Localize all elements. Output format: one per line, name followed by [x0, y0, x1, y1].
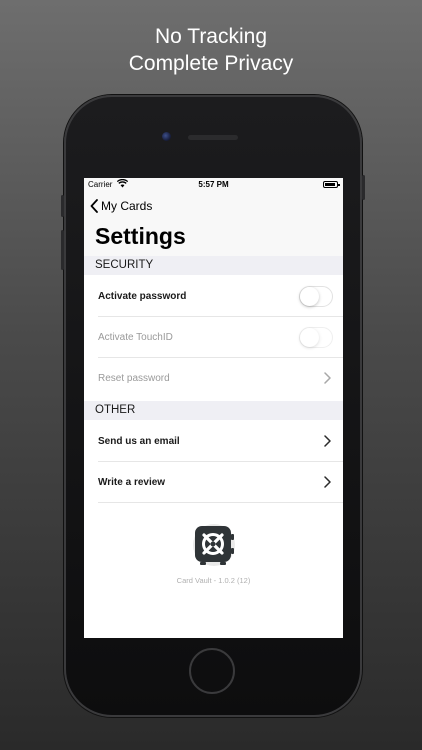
row-label: Activate password: [98, 291, 187, 302]
row-label: Send us an email: [98, 436, 180, 447]
app-version: Card Vault - 1.0.2 (12): [176, 576, 251, 585]
row-label: Reset password: [98, 373, 170, 384]
front-camera: [162, 132, 171, 141]
password-toggle[interactable]: [299, 286, 333, 307]
chevron-right-icon: [324, 476, 331, 488]
row-label: Activate TouchID: [98, 332, 173, 343]
toggle-knob: [300, 328, 319, 347]
home-button[interactable]: [189, 648, 235, 694]
battery-icon: [323, 181, 340, 188]
back-button[interactable]: My Cards: [90, 198, 152, 214]
app-screen: Carrier 5:57 PM My Cards Settings SECURI…: [84, 178, 343, 638]
status-bar: Carrier 5:57 PM: [84, 178, 343, 192]
navigation-bar: My Cards Settings: [84, 192, 343, 256]
side-button-right: [362, 175, 365, 200]
chevron-right-icon: [324, 372, 331, 384]
toggle-knob: [300, 287, 319, 306]
page-title: Settings: [95, 223, 186, 249]
row-activate-touchid[interactable]: Activate TouchID: [84, 317, 343, 358]
chevron-left-icon: [90, 199, 98, 213]
section-header-other: OTHER: [84, 401, 343, 420]
chevron-right-icon: [324, 435, 331, 447]
row-reset-password[interactable]: Reset password: [84, 358, 343, 399]
row-send-email[interactable]: Send us an email: [84, 421, 343, 462]
row-write-review[interactable]: Write a review: [84, 462, 343, 503]
promo-headline-2: Complete Privacy: [128, 52, 294, 75]
vault-logo-icon: [192, 523, 236, 567]
touchid-toggle[interactable]: [299, 327, 333, 348]
promo-headline-1: No Tracking: [154, 25, 268, 48]
row-label: Write a review: [98, 477, 166, 488]
side-button-left-2: [61, 230, 64, 270]
row-activate-password[interactable]: Activate password: [84, 276, 343, 317]
row-divider: [98, 502, 343, 503]
section-header-security: SECURITY: [84, 256, 343, 275]
back-label: My Cards: [101, 199, 153, 213]
side-button-left-1: [61, 195, 64, 217]
earpiece-speaker: [188, 135, 238, 140]
status-time: 5:57 PM: [198, 180, 229, 189]
